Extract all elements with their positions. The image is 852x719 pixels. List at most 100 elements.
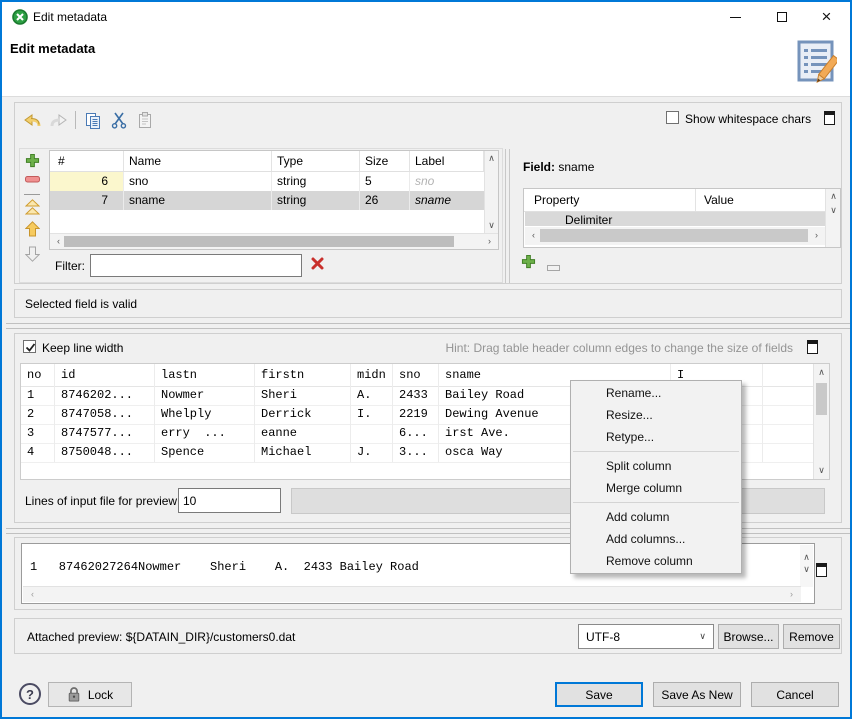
col-header-value[interactable]: Value	[696, 189, 734, 211]
cancel-button[interactable]: Cancel	[751, 682, 839, 707]
property-vscrollbar[interactable]: ∧ ∨	[825, 189, 840, 247]
help-button[interactable]: ?	[19, 683, 41, 705]
fields-hscrollbar[interactable]: ‹ ›	[50, 233, 498, 249]
fields-vscrollbar[interactable]: ∧ ∨	[484, 151, 498, 233]
lines-of-input-field[interactable]	[178, 488, 281, 513]
raw-hscrollbar[interactable]: ‹ ›	[23, 586, 801, 602]
redo-button[interactable]	[46, 108, 70, 132]
scroll-down-icon[interactable]: ∨	[827, 206, 840, 215]
disabled-preview-bar	[291, 488, 825, 514]
scroll-up-icon[interactable]: ∧	[485, 154, 498, 163]
copy-button[interactable]	[81, 108, 105, 132]
scroll-right-icon[interactable]: ›	[785, 590, 798, 599]
field-detail-title: Field: sname	[523, 160, 594, 174]
scroll-down-icon[interactable]: ∨	[485, 221, 498, 230]
raw-preview-line: 1 87462027264Nowmer Sheri A. 2433 Bailey…	[30, 560, 419, 574]
sash-line[interactable]	[505, 149, 506, 283]
scroll-right-icon[interactable]: ›	[483, 237, 496, 246]
grid-col-midn[interactable]: midn	[351, 364, 393, 386]
save-as-new-button[interactable]: Save As New	[653, 682, 741, 707]
keep-line-width-checkbox[interactable]	[23, 340, 36, 353]
filter-label: Filter:	[55, 259, 85, 273]
cell: eanne	[255, 424, 351, 443]
scroll-up-icon[interactable]: ∧	[827, 192, 840, 201]
menu-item-add-columns[interactable]: Add columns...	[571, 528, 741, 550]
grid-col-sno[interactable]: sno	[393, 364, 439, 386]
cell: 6...	[393, 424, 439, 443]
section-panel-icon[interactable]	[816, 563, 827, 577]
save-button[interactable]: Save	[555, 682, 643, 707]
col-header-num[interactable]: #	[50, 151, 124, 171]
field-type: string	[272, 172, 360, 191]
lock-button[interactable]: Lock	[48, 682, 132, 707]
scroll-left-icon[interactable]: ‹	[26, 590, 39, 599]
section-panel-icon[interactable]	[824, 111, 835, 125]
scroll-down-icon[interactable]: ∨	[800, 565, 813, 574]
hscroll-thumb[interactable]	[540, 229, 808, 242]
encoding-select[interactable]: UTF-8 ∨	[578, 624, 714, 649]
close-button[interactable]: ×	[804, 3, 849, 31]
cell: 8747577...	[55, 424, 155, 443]
column-context-menu: Rename... Resize... Retype... Split colu…	[570, 380, 742, 574]
section-panel-icon[interactable]	[807, 340, 818, 354]
question-mark-icon: ?	[26, 687, 34, 702]
sash-line[interactable]	[509, 149, 510, 283]
property-row-delimiter[interactable]: Delimiter	[525, 212, 825, 226]
menu-item-add-column[interactable]: Add column	[571, 506, 741, 528]
property-hscrollbar[interactable]: ‹ ›	[525, 227, 825, 245]
property-table: Property Value Delimiter ∧ ∨ ‹ ›	[523, 188, 841, 248]
paste-button[interactable]	[133, 108, 157, 132]
grid-col-lastn[interactable]: lastn	[155, 364, 255, 386]
menu-item-resize[interactable]: Resize...	[571, 404, 741, 426]
chevron-down-icon: ∨	[699, 631, 706, 642]
clear-filter-button[interactable]	[310, 256, 328, 274]
scroll-up-icon[interactable]: ∧	[800, 553, 813, 562]
add-property-button[interactable]	[521, 254, 539, 272]
menu-separator	[573, 502, 739, 503]
grid-col-firstn[interactable]: firstn	[255, 364, 351, 386]
scroll-left-icon[interactable]: ‹	[527, 231, 540, 240]
menu-item-remove-column[interactable]: Remove column	[571, 550, 741, 572]
scroll-down-icon[interactable]: ∨	[815, 466, 828, 475]
cell	[763, 443, 815, 462]
hscroll-thumb[interactable]	[64, 236, 454, 247]
menu-item-split-column[interactable]: Split column	[571, 455, 741, 477]
browse-button[interactable]: Browse...	[718, 624, 779, 649]
scroll-up-icon[interactable]: ∧	[815, 368, 828, 377]
show-whitespace-checkbox[interactable]	[666, 111, 679, 124]
move-up-button[interactable]	[22, 221, 42, 241]
menu-item-merge-column[interactable]: Merge column	[571, 477, 741, 499]
horizontal-sash[interactable]	[6, 323, 850, 324]
cell: 3...	[393, 443, 439, 462]
undo-button[interactable]	[20, 108, 44, 132]
minimize-button[interactable]	[713, 3, 758, 31]
cell: Derrick	[255, 405, 351, 424]
filter-input[interactable]	[90, 254, 302, 277]
remove-property-button[interactable]	[547, 260, 561, 267]
grid-vscrollbar[interactable]: ∧ ∨	[813, 364, 829, 479]
remove-button[interactable]: Remove	[783, 624, 840, 649]
col-header-size[interactable]: Size	[360, 151, 410, 171]
grid-col-id[interactable]: id	[55, 364, 155, 386]
add-field-button[interactable]	[22, 153, 42, 175]
field-row-sname-selected[interactable]: 7 sname string 26 sname	[50, 191, 484, 210]
padlock-icon	[67, 686, 81, 703]
col-header-property[interactable]: Property	[524, 189, 696, 211]
col-header-label[interactable]: Label	[410, 151, 484, 171]
menu-item-retype[interactable]: Retype...	[571, 426, 741, 448]
menu-item-rename[interactable]: Rename...	[571, 382, 741, 404]
col-header-name[interactable]: Name	[124, 151, 272, 171]
maximize-button[interactable]	[759, 3, 804, 31]
field-detail-value: sname	[558, 160, 594, 174]
horizontal-sash[interactable]	[6, 328, 850, 329]
raw-vscrollbar[interactable]: ∧ ∨	[800, 545, 813, 587]
remove-field-button[interactable]	[22, 175, 42, 191]
move-top-button[interactable]	[22, 199, 42, 219]
scroll-right-icon[interactable]: ›	[810, 231, 823, 240]
cut-button[interactable]	[107, 108, 131, 132]
col-header-type[interactable]: Type	[272, 151, 360, 171]
move-down-button[interactable]	[22, 246, 42, 266]
grid-col-no[interactable]: no	[21, 364, 55, 386]
field-row-sno[interactable]: 6 sno string 5 sno	[50, 172, 484, 191]
vscroll-thumb[interactable]	[816, 383, 827, 415]
